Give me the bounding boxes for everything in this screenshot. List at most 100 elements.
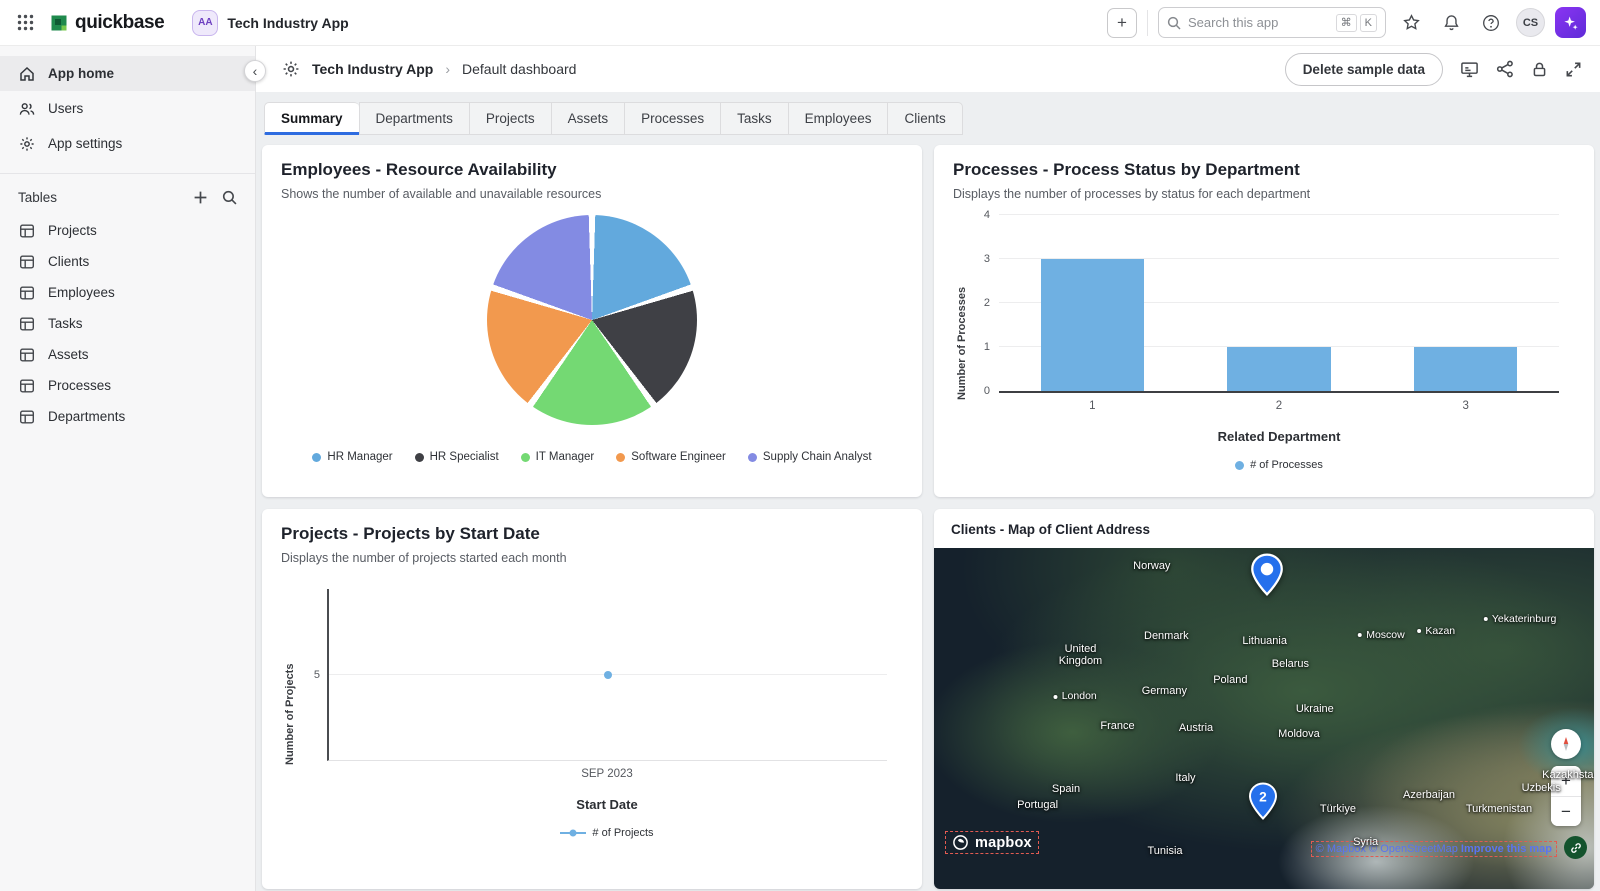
- sidebar-item-assets[interactable]: Assets: [0, 339, 255, 370]
- breadcrumb-page: Default dashboard: [462, 61, 577, 77]
- y-tick-label: 4: [983, 209, 990, 221]
- tab-employees[interactable]: Employees: [787, 102, 888, 135]
- mapbox-logo-text: mapbox: [975, 834, 1032, 851]
- map-label: Norway: [1133, 560, 1171, 573]
- departments-table-icon: [18, 409, 36, 425]
- map-pin[interactable]: 2: [1248, 782, 1278, 825]
- map-label: Turkmenistan: [1465, 803, 1533, 816]
- legend-label: Software Engineer: [631, 451, 726, 463]
- map-pin[interactable]: [1250, 553, 1284, 601]
- map-label: Uzbekis: [1521, 782, 1561, 795]
- new-item-button[interactable]: +: [1107, 7, 1137, 38]
- app-launcher-button[interactable]: [10, 8, 40, 38]
- share-button[interactable]: [1496, 60, 1514, 78]
- breadcrumb-app[interactable]: Tech Industry App: [312, 61, 433, 77]
- search-icon: [1167, 16, 1181, 30]
- topbar-divider: [1147, 9, 1148, 36]
- legend-item: HR Manager: [312, 451, 393, 463]
- pie-chart[interactable]: [487, 215, 697, 425]
- sidebar-item-tasks[interactable]: Tasks: [0, 308, 255, 339]
- map-link-button[interactable]: [1564, 836, 1587, 859]
- page-header: Tech Industry App › Default dashboard De…: [256, 46, 1600, 92]
- sidebar-item-label: App settings: [48, 136, 123, 151]
- table-label: Processes: [48, 378, 112, 393]
- map-label: Austria: [1178, 721, 1214, 734]
- link-icon: [1570, 842, 1581, 853]
- improve-this-map-link[interactable]: Improve this map: [1461, 843, 1552, 855]
- current-app[interactable]: AA Tech Industry App: [192, 9, 349, 36]
- quickbase-logo-icon: [50, 14, 68, 32]
- sidebar-item-app-home[interactable]: App home: [0, 56, 255, 91]
- app-badge-icon: AA: [192, 9, 219, 36]
- home-icon: [18, 66, 36, 82]
- mapbox-logo[interactable]: mapbox: [945, 831, 1039, 854]
- sidebar-item-employees[interactable]: Employees: [0, 277, 255, 308]
- sidebar-item-processes[interactable]: Processes: [0, 370, 255, 401]
- data-point[interactable]: [604, 670, 612, 679]
- map-canvas[interactable]: + − mapbox © Mapbox © OpenStreetMap Impr…: [934, 548, 1594, 889]
- dashboard-settings-button[interactable]: [282, 60, 300, 78]
- tab-projects[interactable]: Projects: [468, 102, 551, 135]
- table-label: Projects: [48, 223, 97, 238]
- x-tick-label: 3: [1462, 400, 1469, 412]
- fullscreen-button[interactable]: [1565, 61, 1582, 78]
- line-x-categories: SEP 2023: [327, 768, 887, 780]
- help-button[interactable]: [1476, 8, 1506, 38]
- map-label: Syria: [1353, 835, 1379, 848]
- search-placeholder: Search this app: [1188, 15, 1279, 30]
- line-y-axis-label: Number of Projects: [284, 663, 296, 765]
- y-tick-label: 2: [983, 297, 990, 309]
- map-label: Italy: [1175, 772, 1196, 785]
- bar-3[interactable]: [1413, 347, 1518, 391]
- sidebar-item-users[interactable]: Users: [0, 91, 255, 126]
- legend-label: HR Specialist: [429, 451, 499, 463]
- map-label: Moldova: [1278, 727, 1320, 740]
- card-title: Employees - Resource Availability: [281, 160, 557, 179]
- sidebar-item-clients[interactable]: Clients: [0, 246, 255, 277]
- bar-x-categories: 1 2 3: [999, 400, 1559, 412]
- tab-tasks[interactable]: Tasks: [720, 102, 788, 135]
- legend-item: Software Engineer: [616, 451, 726, 463]
- sidebar-item-projects[interactable]: Projects: [0, 215, 255, 246]
- tab-clients[interactable]: Clients: [887, 102, 963, 135]
- search-input[interactable]: Search this app ⌘ K: [1158, 7, 1386, 38]
- line-plot[interactable]: 5: [314, 589, 887, 761]
- sidebar-item-app-settings[interactable]: App settings: [0, 126, 255, 161]
- share-icon: [1496, 60, 1513, 78]
- legend-item: IT Manager: [520, 451, 594, 463]
- notifications-button[interactable]: [1436, 8, 1466, 38]
- bell-icon: [1443, 15, 1459, 31]
- bar-1[interactable]: [1040, 259, 1145, 391]
- tab-assets[interactable]: Assets: [550, 102, 625, 135]
- add-table-button[interactable]: [193, 190, 208, 205]
- search-tables-button[interactable]: [222, 190, 237, 205]
- avatar[interactable]: CS: [1516, 8, 1545, 37]
- lock-button[interactable]: [1531, 61, 1548, 78]
- zoom-out-button[interactable]: −: [1551, 796, 1581, 826]
- map-compass-button[interactable]: [1551, 729, 1581, 759]
- bar-2[interactable]: [1227, 347, 1331, 391]
- clients-table-icon: [18, 254, 36, 270]
- osm-attribution-link[interactable]: © OpenStreetMap: [1369, 843, 1458, 855]
- bar-plot[interactable]: 0 1 2 3 4: [984, 209, 1559, 397]
- tab-summary[interactable]: Summary: [264, 102, 359, 135]
- legend-dot: [1235, 460, 1245, 470]
- tasks-table-icon: [18, 316, 36, 332]
- favorites-button[interactable]: [1396, 8, 1426, 38]
- lock-icon: [1533, 62, 1546, 76]
- map-attribution: © Mapbox © OpenStreetMap Improve this ma…: [1310, 841, 1558, 857]
- feedback-button[interactable]: [1460, 60, 1479, 79]
- sidebar-collapse-button[interactable]: ‹: [244, 60, 266, 82]
- delete-sample-data-button[interactable]: Delete sample data: [1284, 52, 1443, 86]
- map-label: Yekaterinburg: [1483, 613, 1556, 625]
- sidebar-item-departments[interactable]: Departments: [0, 401, 255, 432]
- users-icon: [18, 101, 36, 117]
- quickbase-logo[interactable]: quickbase: [50, 12, 165, 34]
- legend-item: HR Specialist: [414, 451, 499, 463]
- x-tick-label: SEP 2023: [581, 768, 633, 780]
- mapbox-logo-icon: [953, 835, 968, 850]
- tab-departments[interactable]: Departments: [358, 102, 469, 135]
- city-dot: [1417, 629, 1422, 634]
- tab-processes[interactable]: Processes: [624, 102, 721, 135]
- ai-assistant-button[interactable]: [1555, 7, 1586, 38]
